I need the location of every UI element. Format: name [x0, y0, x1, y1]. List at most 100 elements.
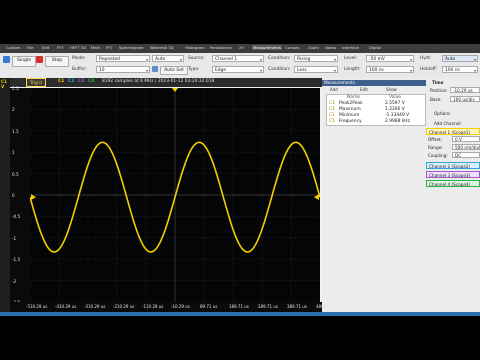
autoset-button[interactable]: Auto Set: [160, 66, 188, 75]
offset-label: Offset:: [428, 137, 442, 142]
add-channel-button[interactable]: Add Channel: [434, 121, 461, 126]
y-tick-label: -1: [12, 235, 17, 241]
measurements-header: Measurements: [322, 80, 426, 86]
range-label: Range:: [428, 145, 443, 150]
source-dropdown[interactable]: Channel 1: [212, 55, 264, 62]
x-tick-label: -510.29 us: [26, 304, 48, 309]
channel-2-header[interactable]: Channel 2 (Scope2): [426, 162, 480, 169]
mode-auto-value: Auto: [155, 57, 166, 62]
measure-edit-button[interactable]: Edit: [360, 87, 368, 92]
menu-item-5[interactable]: Math: [91, 45, 101, 50]
y-tick-label: -2: [12, 278, 17, 284]
x-tick-label: 89.71 us: [200, 304, 218, 309]
menubar: Custom File Edit FFT HFFT 3D Math FFT Spectrogr…: [0, 44, 480, 53]
trigger-status-tab[interactable]: Trig'd: [26, 78, 46, 87]
menu-item-2[interactable]: Edit: [42, 45, 49, 50]
menu-item-11[interactable]: XY: [239, 45, 244, 50]
menu-item-12[interactable]: Measurements: [252, 45, 283, 50]
c4-label[interactable]: C4: [88, 79, 94, 84]
position-field[interactable]: -10.29 us: [450, 87, 480, 93]
channel-4-header[interactable]: Channel 4 (Scope4): [426, 180, 480, 187]
range-field[interactable]: 500 mV/div: [452, 144, 480, 150]
length-condition-label: Condition:: [268, 67, 291, 72]
oscilloscope-plot[interactable]: [29, 87, 321, 303]
menu-item-4[interactable]: HFFT 3D: [70, 45, 86, 50]
condition-value: Rising: [297, 57, 311, 62]
menu-item-0[interactable]: Custom: [6, 45, 21, 50]
measurement-value: 2.9988 kHz: [385, 119, 410, 124]
menu-item-7[interactable]: Spectrogram: [119, 45, 144, 50]
level-field[interactable]: -50 mV: [366, 55, 414, 62]
single-button[interactable]: Single: [12, 56, 36, 67]
offset-value: 0 V: [455, 137, 462, 142]
menu-item-14[interactable]: Zoom: [308, 45, 319, 50]
y-tick-label: -1.5: [12, 257, 21, 263]
length-value: 100 ns: [369, 68, 384, 73]
menu-item-8[interactable]: Waterfall 3D: [150, 45, 174, 50]
x-tick-label: 389.71 us: [287, 304, 307, 309]
c1-label[interactable]: C1: [58, 79, 64, 84]
mode-label: Mode:: [72, 56, 86, 61]
condition-label: Condition:: [268, 56, 291, 61]
column-name-header: Name: [347, 95, 360, 100]
x-tick-label: 289.71 us: [258, 304, 278, 309]
mode-auto-dropdown[interactable]: Auto: [152, 55, 184, 62]
length-field[interactable]: 100 ns: [366, 66, 414, 73]
holdoff-label: Holdoff:: [420, 67, 438, 72]
holdoff-field[interactable]: 100 ns: [442, 66, 478, 73]
channel-2-label: Channel 2 (Scope2): [429, 164, 471, 169]
type-value: Edge: [215, 68, 227, 73]
screen-bezel-bottom: [0, 316, 480, 360]
x-axis-labels: -510.29 us -410.29 us -310.29 us -210.29 us…: [10, 302, 330, 312]
mode-dropdown[interactable]: Repeated: [96, 55, 150, 62]
y-axis-labels: 2.521.510.50-0.5-1-1.5-2-2.5: [10, 86, 30, 305]
x-tick-label: -10.29 us: [171, 304, 190, 309]
level-label: Level:: [344, 56, 358, 61]
measurement-ch: C1: [329, 113, 335, 118]
stop-icon: [36, 56, 43, 63]
coupling-label: Coupling:: [428, 153, 448, 158]
measurement-name: Maximum: [339, 107, 361, 112]
measurement-ch: C1: [329, 119, 335, 124]
buffer-field[interactable]: 10: [96, 66, 150, 73]
left-channel-strip: C1 V: [0, 78, 10, 312]
type-dropdown[interactable]: Edge: [212, 66, 264, 73]
length-condition-dropdown[interactable]: Less: [294, 66, 338, 73]
c3-label[interactable]: C3: [78, 79, 84, 84]
measurements-table: Name Value C1 Peak2Peak 2.5597 V C1 Maximum 1…: [326, 94, 426, 126]
channel-3-header[interactable]: Channel 3 (Scope3): [426, 171, 480, 178]
time-title: Time: [432, 80, 444, 85]
condition-dropdown[interactable]: Rising: [294, 55, 338, 62]
measure-show-button[interactable]: Show: [386, 87, 397, 92]
menu-item-13[interactable]: Cursors: [285, 45, 299, 50]
stop-button[interactable]: Stop: [45, 56, 69, 67]
menu-item-3[interactable]: FFT: [57, 45, 64, 50]
x-tick-label: -410.29 us: [55, 304, 77, 309]
menu-item-15[interactable]: Notes: [325, 45, 336, 50]
measure-add-button[interactable]: Add: [330, 87, 338, 92]
screen-bezel-top: [0, 0, 480, 44]
measurement-name: Peak2Peak: [339, 101, 363, 106]
buffer-value: 10: [99, 68, 105, 73]
c2-label[interactable]: C2: [68, 79, 74, 84]
options-label[interactable]: Options: [434, 111, 450, 116]
menu-item-16[interactable]: Interface: [342, 45, 359, 50]
single-icon: [3, 56, 10, 63]
measurement-ch: C1: [329, 101, 335, 106]
base-field[interactable]: 100 us/div: [450, 96, 480, 102]
channel-3-label: Channel 3 (Scope3): [429, 173, 471, 178]
x-tick-label: -310.29 us: [84, 304, 106, 309]
menu-item-10[interactable]: Persistence: [210, 45, 232, 50]
offset-field[interactable]: 0 V: [452, 136, 480, 142]
hyst-field[interactable]: Auto: [442, 55, 478, 62]
waveform-svg: [29, 87, 321, 303]
menu-item-17[interactable]: Digital: [369, 45, 381, 50]
x-tick-label: -210.29 us: [113, 304, 135, 309]
level-value: -50 mV: [369, 57, 385, 62]
channel-1-header[interactable]: Channel 1 (Scope1): [426, 128, 480, 135]
menu-item-9[interactable]: Histogram: [185, 45, 205, 50]
menu-item-6[interactable]: FFT: [106, 45, 113, 50]
menu-item-1[interactable]: File: [27, 45, 33, 50]
y-tick-label: 2.5: [12, 86, 19, 91]
coupling-field[interactable]: DC: [452, 152, 480, 158]
